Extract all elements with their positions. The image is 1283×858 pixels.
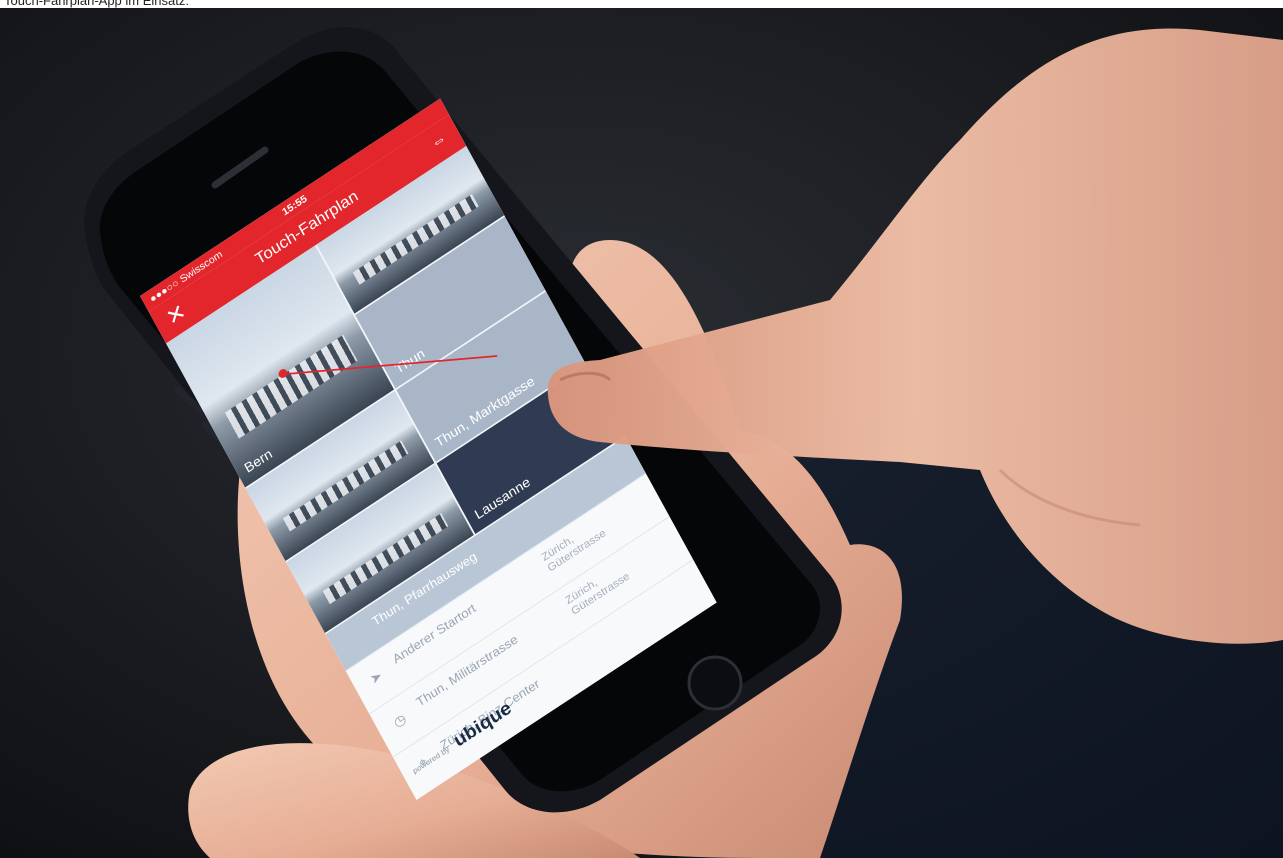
- pointing-hand-layer: [547, 28, 1283, 644]
- pointing-hand: [547, 28, 1283, 644]
- caption-text: Touch-Fahrplan-App im Einsatz:: [4, 0, 189, 8]
- photo-scene: ●●●○○ Swisscom 15:55 ✕ Touch-Fahrplan ⇔ …: [0, 0, 1283, 858]
- caption-strip: Touch-Fahrplan-App im Einsatz:: [0, 0, 1283, 8]
